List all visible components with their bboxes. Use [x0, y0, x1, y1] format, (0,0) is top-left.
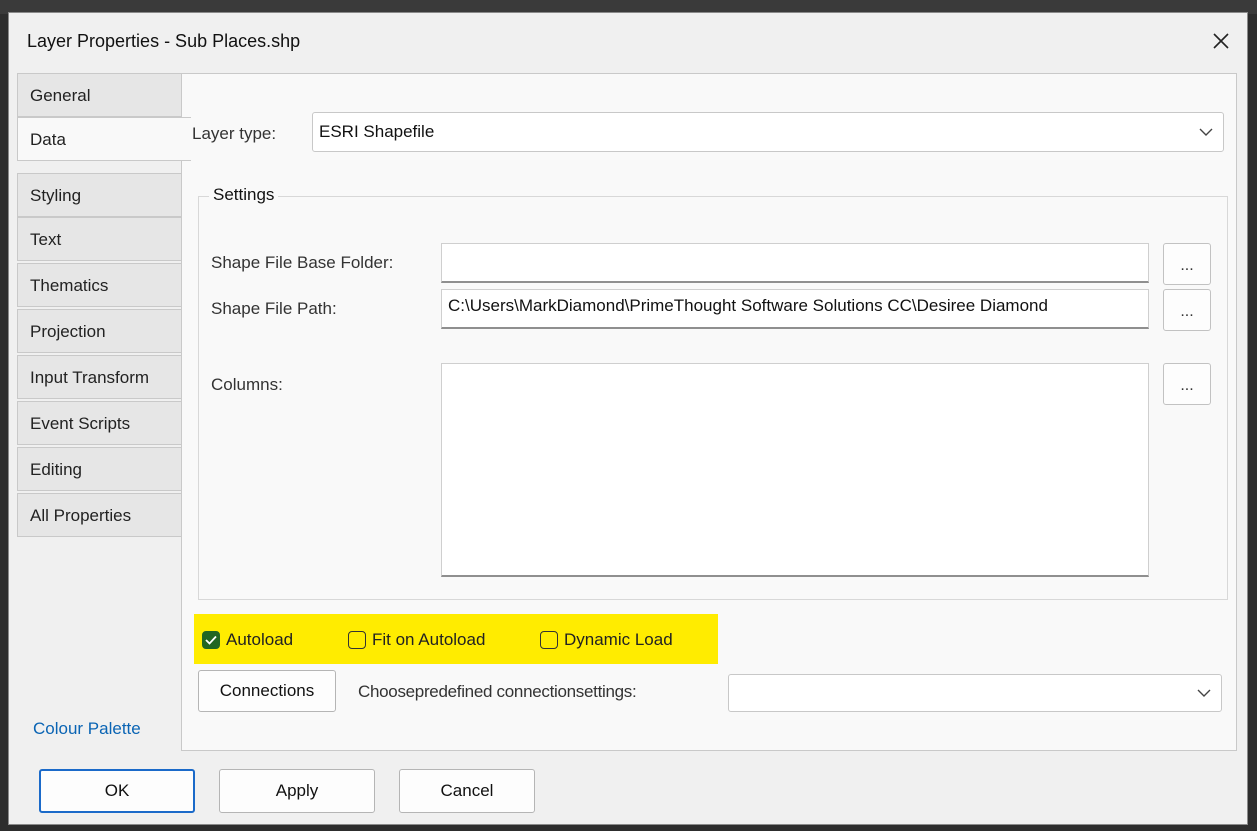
fit-on-autoload-checkbox[interactable]: Fit on Autoload	[348, 630, 485, 650]
layer-type-label: Layer type:	[192, 124, 277, 143]
tab-event-scripts[interactable]: Event Scripts	[17, 401, 181, 445]
tab-editing[interactable]: Editing	[17, 447, 181, 491]
chevron-down-icon	[1189, 113, 1223, 151]
base-folder-browse-button[interactable]: ...	[1163, 243, 1211, 285]
checkbox-unchecked-icon	[540, 631, 558, 649]
tab-input-transform[interactable]: Input Transform	[17, 355, 181, 399]
columns-label: Columns:	[211, 375, 283, 394]
cancel-button[interactable]: Cancel	[399, 769, 535, 813]
autoload-checkbox[interactable]: Autoload	[202, 630, 293, 650]
autoload-label: Autoload	[226, 630, 294, 649]
ok-button[interactable]: OK	[39, 769, 195, 813]
tab-all-properties[interactable]: All Properties	[17, 493, 181, 537]
tab-projection[interactable]: Projection	[17, 309, 181, 353]
checkbox-checked-icon	[202, 631, 220, 649]
base-folder-label: Shape File Base Folder:	[211, 253, 394, 272]
settings-title: Settings	[209, 185, 279, 205]
layer-type-select[interactable]: ESRI Shapefile	[312, 112, 1224, 152]
columns-textarea[interactable]	[441, 363, 1149, 577]
predefined-connections-label: Choosepredefined connectionsettings:	[358, 682, 637, 701]
shape-file-path-input[interactable]: C:\Users\MarkDiamond\PrimeThought Softwa…	[441, 289, 1149, 329]
settings-group: Settings Shape File Base Folder: ... Sha…	[198, 185, 1228, 600]
tab-styling[interactable]: Styling	[17, 173, 181, 217]
dynamic-load-label: Dynamic Load	[564, 630, 673, 649]
connections-button[interactable]: Connections	[198, 670, 336, 712]
colour-palette-link[interactable]: Colour Palette	[33, 719, 141, 739]
fit-on-autoload-label: Fit on Autoload	[372, 630, 486, 649]
close-button[interactable]	[1201, 21, 1241, 61]
checkbox-unchecked-icon	[348, 631, 366, 649]
close-icon	[1213, 33, 1229, 49]
autoload-options-highlight: Autoload Fit on Autoload Dynamic Load	[194, 614, 718, 664]
apply-button[interactable]: Apply	[219, 769, 375, 813]
tab-text[interactable]: Text	[17, 217, 181, 261]
tab-thematics[interactable]: Thematics	[17, 263, 181, 307]
tab-general[interactable]: General	[17, 73, 181, 117]
window-title: Layer Properties - Sub Places.shp	[27, 31, 301, 51]
base-folder-input[interactable]	[441, 243, 1149, 283]
title-bar: Layer Properties - Sub Places.shp	[9, 13, 1247, 69]
chevron-down-icon	[1187, 675, 1221, 711]
dynamic-load-checkbox[interactable]: Dynamic Load	[540, 630, 673, 650]
layer-type-value: ESRI Shapefile	[319, 122, 435, 141]
path-browse-button[interactable]: ...	[1163, 289, 1211, 331]
predefined-connections-select[interactable]	[728, 674, 1222, 712]
layer-properties-dialog: Layer Properties - Sub Places.shp Genera…	[8, 12, 1248, 825]
columns-browse-button[interactable]: ...	[1163, 363, 1211, 405]
data-tab-panel: Layer type: ESRI Shapefile Settings Shap…	[181, 73, 1237, 751]
path-label: Shape File Path:	[211, 299, 337, 318]
tab-data[interactable]: Data	[17, 117, 191, 161]
